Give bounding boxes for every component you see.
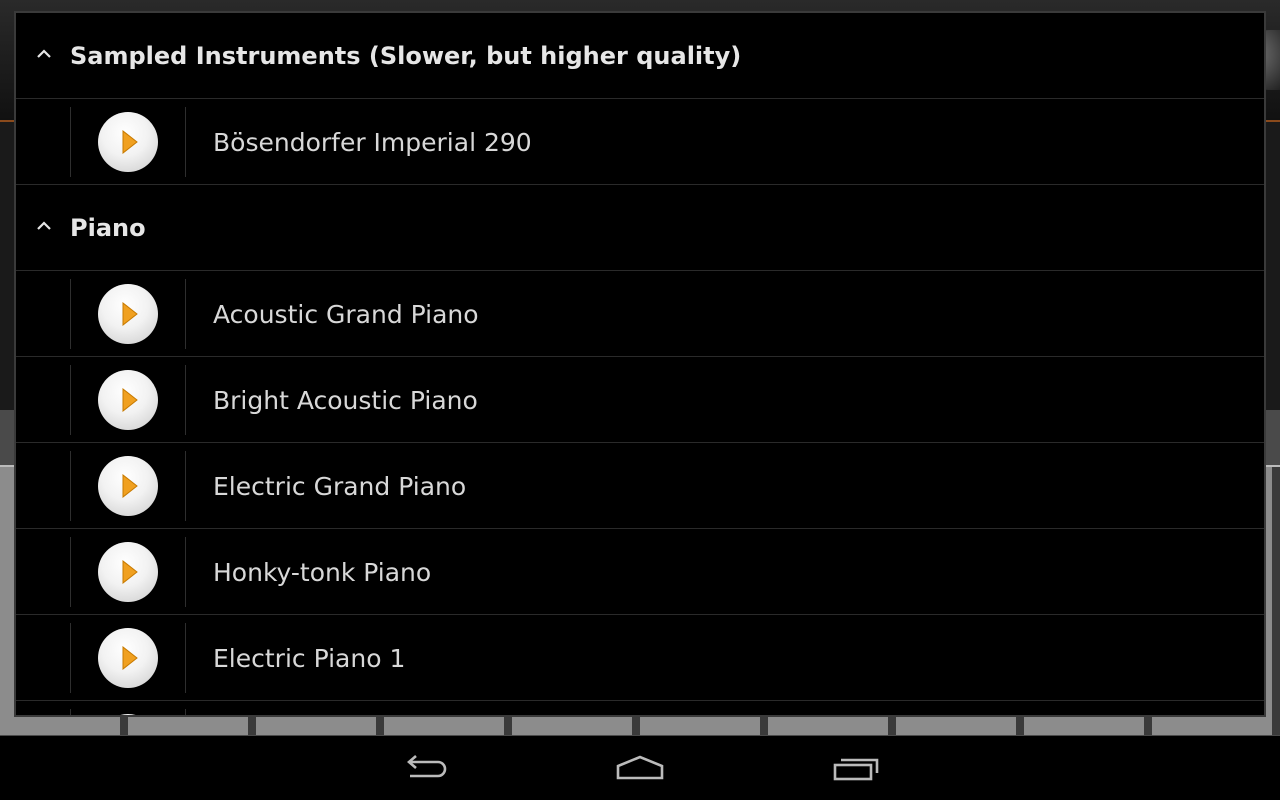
- instrument-label: Honky-tonk Piano: [213, 557, 432, 587]
- instrument-row[interactable]: Bösendorfer Imperial 290: [16, 99, 1264, 185]
- instrument-picker-dialog: Sampled Instruments (Slower, but higher …: [14, 11, 1266, 717]
- row-divider: [70, 451, 71, 521]
- back-button[interactable]: [394, 750, 454, 786]
- instrument-label: Bright Acoustic Piano: [213, 385, 478, 415]
- row-divider: [185, 451, 186, 521]
- group-header-piano[interactable]: Piano: [16, 185, 1264, 271]
- recent-apps-button[interactable]: [826, 750, 886, 786]
- row-divider: [185, 709, 186, 715]
- chevron-up-icon: [37, 221, 51, 230]
- row-divider: [185, 623, 186, 693]
- play-preview-button[interactable]: [98, 628, 158, 688]
- play-icon: [122, 302, 138, 326]
- play-preview-button[interactable]: [98, 456, 158, 516]
- instrument-label: Acoustic Grand Piano: [213, 299, 479, 329]
- play-icon: [122, 646, 138, 670]
- instrument-row[interactable]: Honky-tonk Piano: [16, 529, 1264, 615]
- recent-apps-icon: [833, 758, 879, 781]
- play-icon: [122, 560, 138, 584]
- instrument-label: Bösendorfer Imperial 290: [213, 127, 532, 157]
- instrument-row-partial[interactable]: [16, 701, 1264, 715]
- play-icon: [122, 388, 138, 412]
- row-divider: [70, 537, 71, 607]
- row-divider: [185, 365, 186, 435]
- row-divider: [70, 279, 71, 349]
- play-preview-button[interactable]: [98, 714, 158, 715]
- row-divider: [70, 709, 71, 715]
- play-preview-button[interactable]: [98, 370, 158, 430]
- play-preview-button[interactable]: [98, 284, 158, 344]
- group-title: Sampled Instruments (Slower, but higher …: [70, 41, 742, 70]
- instrument-row[interactable]: Acoustic Grand Piano: [16, 271, 1264, 357]
- home-icon: [616, 755, 664, 780]
- group-title: Piano: [70, 213, 146, 242]
- play-icon: [122, 474, 138, 498]
- chevron-up-icon: [37, 49, 51, 58]
- row-divider: [185, 107, 186, 177]
- row-divider: [70, 107, 71, 177]
- instrument-label: Electric Piano 1: [213, 643, 406, 673]
- instrument-row[interactable]: Bright Acoustic Piano: [16, 357, 1264, 443]
- play-preview-button[interactable]: [98, 112, 158, 172]
- back-icon: [407, 755, 447, 778]
- instrument-row[interactable]: Electric Grand Piano: [16, 443, 1264, 529]
- system-navigation-bar: [0, 736, 1280, 800]
- instrument-label: Electric Grand Piano: [213, 471, 467, 501]
- row-divider: [185, 279, 186, 349]
- row-divider: [185, 537, 186, 607]
- row-divider: [70, 365, 71, 435]
- play-preview-button[interactable]: [98, 542, 158, 602]
- row-divider: [70, 623, 71, 693]
- home-button[interactable]: [610, 750, 670, 786]
- play-icon: [122, 130, 138, 154]
- instrument-row[interactable]: Electric Piano 1: [16, 615, 1264, 701]
- group-header-sampled-instruments[interactable]: Sampled Instruments (Slower, but higher …: [16, 13, 1264, 99]
